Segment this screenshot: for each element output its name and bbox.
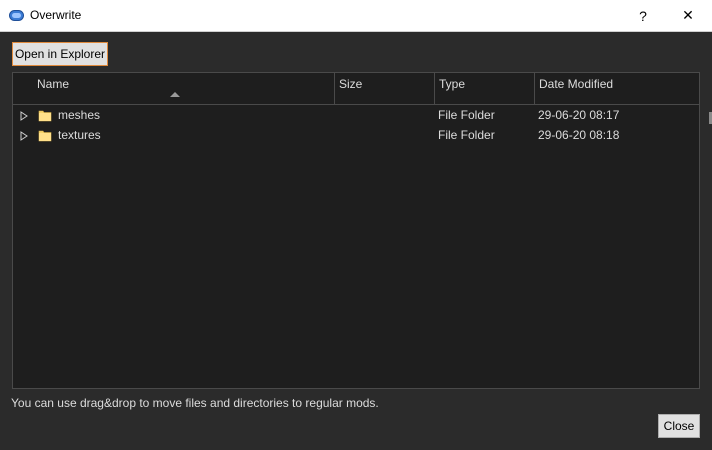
row-name: textures bbox=[58, 128, 101, 142]
column-header-name[interactable]: Name bbox=[33, 73, 335, 104]
row-type: File Folder bbox=[438, 108, 495, 122]
window-close-button[interactable]: ✕ bbox=[665, 0, 711, 31]
open-in-explorer-button[interactable]: Open in Explorer bbox=[12, 42, 108, 66]
expand-arrow-icon[interactable] bbox=[20, 131, 28, 141]
title-bar: Overwrite ? ✕ bbox=[0, 0, 712, 32]
row-date-modified: 29-06-20 08:18 bbox=[538, 128, 620, 142]
drag-drop-hint: You can use drag&drop to move files and … bbox=[11, 396, 379, 410]
folder-icon bbox=[38, 110, 52, 122]
tree-header: Name Size Type Date Modified bbox=[13, 73, 699, 105]
help-button[interactable]: ? bbox=[620, 0, 666, 31]
row-date-modified: 29-06-20 08:17 bbox=[538, 108, 620, 122]
column-header-type[interactable]: Type bbox=[435, 73, 535, 104]
row-type: File Folder bbox=[438, 128, 495, 142]
column-header-date-modified[interactable]: Date Modified bbox=[535, 73, 699, 104]
window-title: Overwrite bbox=[30, 8, 82, 22]
expand-arrow-icon[interactable] bbox=[20, 111, 28, 121]
tree-row[interactable]: textures File Folder 29-06-20 08:18 bbox=[13, 125, 699, 145]
close-button[interactable]: Close bbox=[658, 414, 700, 438]
row-name: meshes bbox=[58, 108, 101, 122]
column-header-size[interactable]: Size bbox=[335, 73, 435, 104]
folder-icon bbox=[38, 130, 52, 142]
file-tree[interactable]: Name Size Type Date Modified meshes File… bbox=[12, 72, 700, 389]
tree-row[interactable]: meshes File Folder 29-06-20 08:17 bbox=[13, 105, 699, 125]
app-icon bbox=[9, 10, 24, 21]
sort-ascending-icon bbox=[170, 92, 180, 97]
